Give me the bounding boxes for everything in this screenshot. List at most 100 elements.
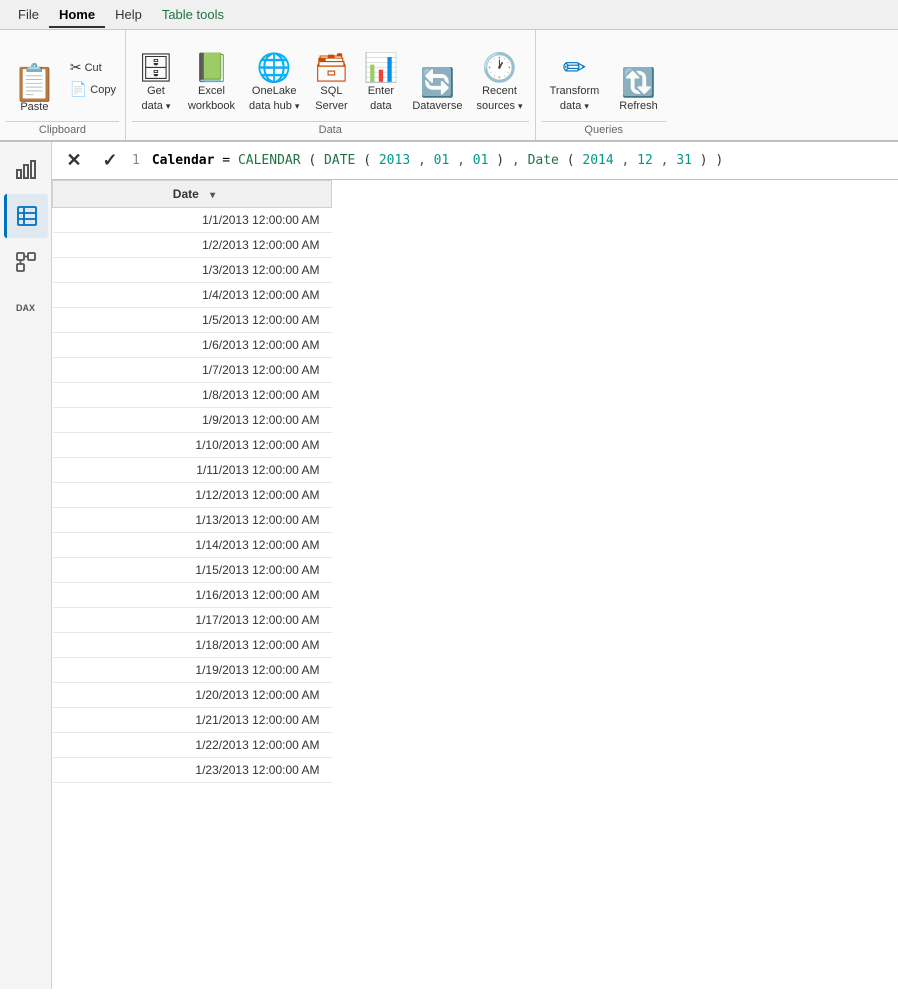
refresh-label: Refresh xyxy=(619,99,658,113)
recent-sources-button[interactable]: 🕐 Recentsources ▾ xyxy=(470,50,528,117)
table-row[interactable]: 1/21/2013 12:00:00 AM xyxy=(53,708,332,733)
onelake-icon: 🌐 xyxy=(257,54,292,82)
formula-comma4: , xyxy=(622,153,630,168)
formula-comma5: , xyxy=(661,153,669,168)
table-row[interactable]: 1/23/2013 12:00:00 AM xyxy=(53,758,332,783)
enter-data-icon: 📊 xyxy=(363,54,398,82)
formula-paren2: ( xyxy=(363,153,371,168)
date-cell: 1/14/2013 12:00:00 AM xyxy=(53,533,332,558)
sidebar-icon-dax[interactable]: DAX xyxy=(4,286,48,330)
enter-data-button[interactable]: 📊 Enterdata xyxy=(357,50,404,117)
table-row[interactable]: 1/11/2013 12:00:00 AM xyxy=(53,458,332,483)
cut-label: Cut xyxy=(85,62,102,74)
table-row[interactable]: 1/3/2013 12:00:00 AM xyxy=(53,258,332,283)
table-row[interactable]: 1/16/2013 12:00:00 AM xyxy=(53,583,332,608)
transform-icon: ✏ xyxy=(563,54,586,82)
date-cell: 1/15/2013 12:00:00 AM xyxy=(53,558,332,583)
date-cell: 1/23/2013 12:00:00 AM xyxy=(53,758,332,783)
date-cell: 1/4/2013 12:00:00 AM xyxy=(53,283,332,308)
table-area: Date ▾ 1/1/2013 12:00:00 AM1/2/2013 12:0… xyxy=(52,180,898,989)
model-icon xyxy=(15,251,37,273)
paste-button[interactable]: 📋 Paste xyxy=(6,61,63,117)
get-data-button[interactable]: 🗄 Getdata ▾ xyxy=(132,50,180,117)
refresh-icon: 🔃 xyxy=(621,69,656,97)
sql-server-button[interactable]: 🗃 SQLServer xyxy=(307,50,355,117)
data-table: Date ▾ 1/1/2013 12:00:00 AM1/2/2013 12:0… xyxy=(52,180,332,783)
formula-func3: Date xyxy=(528,153,559,168)
ribbon-queries-section: ✏ Transformdata ▾ 🔃 Refresh Queries xyxy=(536,30,672,140)
sidebar-icon-report[interactable] xyxy=(4,148,48,192)
menu-file[interactable]: File xyxy=(8,3,49,26)
date-cell: 1/8/2013 12:00:00 AM xyxy=(53,383,332,408)
paste-icon: 📋 xyxy=(12,65,57,101)
formula-func1: CALENDAR xyxy=(238,153,301,168)
dataverse-label: Dataverse xyxy=(412,99,462,113)
date-cell: 1/5/2013 12:00:00 AM xyxy=(53,308,332,333)
menu-help[interactable]: Help xyxy=(105,3,152,26)
date-column-header[interactable]: Date ▾ xyxy=(53,181,332,208)
formula-num2: 01 xyxy=(434,153,450,168)
sidebar-icon-table[interactable] xyxy=(4,194,48,238)
sql-label: SQLServer xyxy=(315,84,347,113)
table-row[interactable]: 1/8/2013 12:00:00 AM xyxy=(53,383,332,408)
copy-icon: 📄 xyxy=(70,81,87,98)
date-cell: 1/22/2013 12:00:00 AM xyxy=(53,733,332,758)
formula-content[interactable]: Calendar = CALENDAR ( DATE ( 2013 , 01 ,… xyxy=(152,153,890,168)
formula-line-number: 1 xyxy=(132,153,140,168)
menu-home[interactable]: Home xyxy=(49,3,105,28)
date-cell: 1/12/2013 12:00:00 AM xyxy=(53,483,332,508)
formula-num1: 2013 xyxy=(379,153,410,168)
formula-comma3: , xyxy=(512,153,520,168)
date-cell: 1/11/2013 12:00:00 AM xyxy=(53,458,332,483)
transform-data-button[interactable]: ✏ Transformdata ▾ xyxy=(542,50,608,117)
formula-func2: DATE xyxy=(324,153,355,168)
formula-paren5: ) xyxy=(700,153,708,168)
formula-confirm-button[interactable]: ✓ xyxy=(96,147,124,175)
table-row[interactable]: 1/22/2013 12:00:00 AM xyxy=(53,733,332,758)
table-row[interactable]: 1/18/2013 12:00:00 AM xyxy=(53,633,332,658)
date-cell: 1/21/2013 12:00:00 AM xyxy=(53,708,332,733)
formula-paren1: ( xyxy=(308,153,316,168)
table-row[interactable]: 1/2/2013 12:00:00 AM xyxy=(53,233,332,258)
table-row[interactable]: 1/14/2013 12:00:00 AM xyxy=(53,533,332,558)
copy-button[interactable]: 📄 Copy xyxy=(67,80,119,99)
refresh-button[interactable]: 🔃 Refresh xyxy=(611,65,666,117)
menu-table-tools[interactable]: Table tools xyxy=(152,3,234,26)
formula-comma2: , xyxy=(457,153,465,168)
recent-sources-icon: 🕐 xyxy=(482,54,517,82)
menu-bar: File Home Help Table tools xyxy=(0,0,898,30)
formula-cancel-button[interactable]: ✕ xyxy=(60,147,88,175)
date-cell: 1/13/2013 12:00:00 AM xyxy=(53,508,332,533)
cut-button[interactable]: ✂ Cut xyxy=(67,58,119,77)
ribbon-clipboard-section: 📋 Paste ✂ Cut 📄 Copy Clipboard xyxy=(0,30,126,140)
table-row[interactable]: 1/7/2013 12:00:00 AM xyxy=(53,358,332,383)
dataverse-button[interactable]: 🔄 Dataverse xyxy=(406,65,468,117)
recent-sources-label: Recentsources ▾ xyxy=(476,84,522,113)
table-row[interactable]: 1/5/2013 12:00:00 AM xyxy=(53,308,332,333)
dax-label: DAX xyxy=(16,304,35,313)
table-row[interactable]: 1/9/2013 12:00:00 AM xyxy=(53,408,332,433)
formula-bar: ✕ ✓ 1 Calendar = CALENDAR ( DATE ( 2013 … xyxy=(52,142,898,180)
table-row[interactable]: 1/20/2013 12:00:00 AM xyxy=(53,683,332,708)
date-cell: 1/18/2013 12:00:00 AM xyxy=(53,633,332,658)
table-row[interactable]: 1/4/2013 12:00:00 AM xyxy=(53,283,332,308)
table-row[interactable]: 1/19/2013 12:00:00 AM xyxy=(53,658,332,683)
table-row[interactable]: 1/1/2013 12:00:00 AM xyxy=(53,208,332,233)
table-row[interactable]: 1/15/2013 12:00:00 AM xyxy=(53,558,332,583)
ribbon: 📋 Paste ✂ Cut 📄 Copy Clipboard 🗄 Getdata… xyxy=(0,30,898,142)
ribbon-data-section: 🗄 Getdata ▾ 📗 Excelworkbook 🌐 OneLakedat… xyxy=(126,30,536,140)
sidebar-icon-model[interactable] xyxy=(4,240,48,284)
table-row[interactable]: 1/12/2013 12:00:00 AM xyxy=(53,483,332,508)
table-row[interactable]: 1/13/2013 12:00:00 AM xyxy=(53,508,332,533)
table-row[interactable]: 1/6/2013 12:00:00 AM xyxy=(53,333,332,358)
date-col-arrow[interactable]: ▾ xyxy=(210,190,215,201)
table-row[interactable]: 1/17/2013 12:00:00 AM xyxy=(53,608,332,633)
chart-icon xyxy=(14,158,38,182)
date-cell: 1/1/2013 12:00:00 AM xyxy=(53,208,332,233)
date-cell: 1/9/2013 12:00:00 AM xyxy=(53,408,332,433)
table-row[interactable]: 1/10/2013 12:00:00 AM xyxy=(53,433,332,458)
excel-workbook-button[interactable]: 📗 Excelworkbook xyxy=(182,50,241,117)
onelake-button[interactable]: 🌐 OneLakedata hub ▾ xyxy=(243,50,305,117)
dataverse-icon: 🔄 xyxy=(420,69,455,97)
formula-paren6: ) xyxy=(715,153,723,168)
